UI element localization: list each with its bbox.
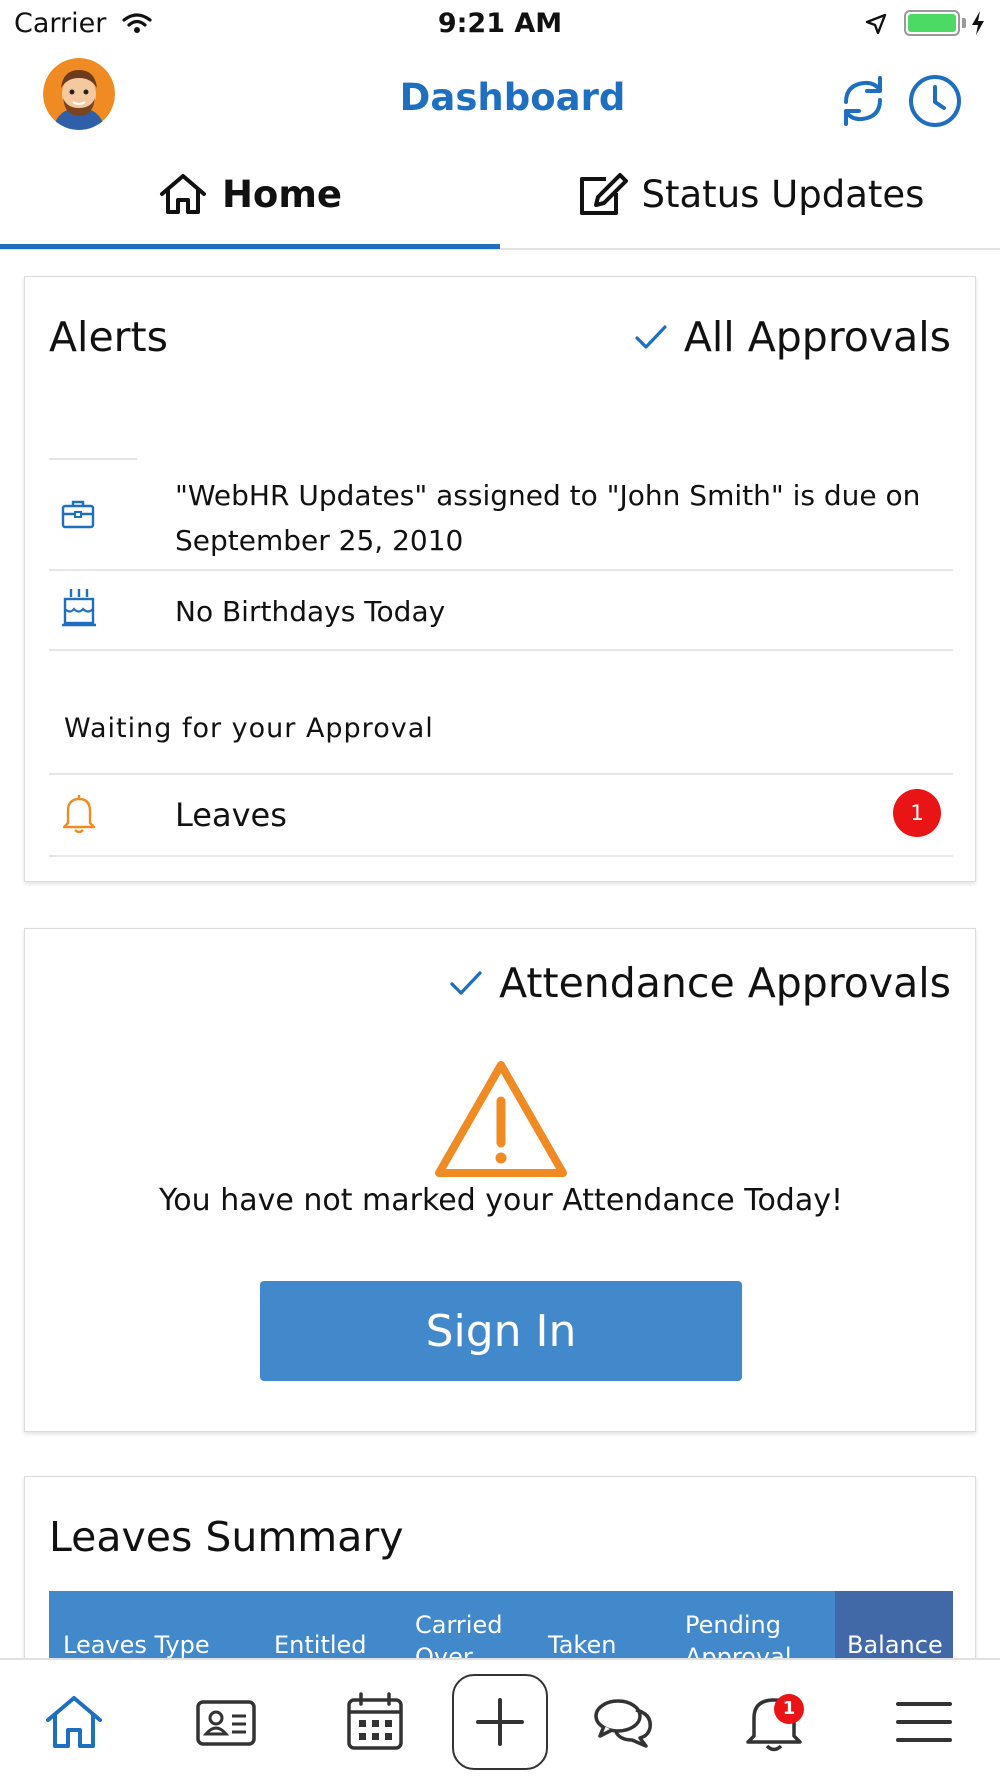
battery-icon (904, 10, 960, 36)
status-time: 9:21 AM (437, 8, 563, 39)
edit-icon (579, 173, 628, 215)
attendance-approvals-link[interactable]: Attendance Approvals (449, 959, 951, 1007)
column-header: Pending Approval (685, 1611, 792, 1661)
attendance-message: You have not marked your Attendance Toda… (158, 1183, 844, 1218)
tab-home[interactable]: Home (0, 140, 500, 248)
alert-birthdays-text: No Birthdays Today (175, 595, 446, 628)
tab-status-label: Status Updates (641, 172, 925, 216)
all-approvals-label: All Approvals (683, 313, 951, 361)
column-header: Carried Over (415, 1611, 503, 1661)
waiting-leaves-label: Leaves (175, 796, 287, 834)
add-icon (476, 1698, 524, 1746)
home-icon (159, 174, 206, 214)
checkmark-icon (635, 325, 667, 349)
tab-status-updates[interactable]: Status Updates (500, 140, 1000, 248)
sign-in-button[interactable]: Sign In (260, 1281, 742, 1381)
briefcase-icon (61, 500, 95, 529)
birthday-cake-icon (62, 589, 96, 627)
chat-icon[interactable] (592, 1690, 656, 1754)
charging-bolt-icon (972, 11, 984, 35)
warning-icon (435, 1061, 567, 1177)
alert-item-birthdays[interactable]: No Birthdays Today (49, 573, 953, 651)
waiting-item-leaves[interactable]: Leaves 1 (49, 773, 953, 857)
column-header: Taken (548, 1631, 617, 1659)
contact-card-icon[interactable] (194, 1690, 258, 1754)
tab-bar: Home Status Updates (0, 140, 1000, 250)
clock-icon[interactable] (906, 72, 964, 130)
menu-icon[interactable] (892, 1690, 956, 1754)
alerts-card: Alerts All Approvals "WebHR Updates" ass… (24, 276, 976, 882)
status-bar: Carrier 9:21 AM (0, 0, 1000, 50)
column-header: Leaves Type (63, 1631, 210, 1659)
location-arrow-icon (865, 13, 887, 35)
calendar-icon[interactable] (343, 1690, 407, 1754)
checkmark-icon (450, 971, 482, 995)
leaves-summary-title: Leaves Summary (49, 1513, 404, 1561)
all-approvals-link[interactable]: All Approvals (634, 313, 951, 361)
attendance-card: Attendance Approvals You have not marked… (24, 928, 976, 1432)
bottom-nav: 1 (0, 1658, 1000, 1778)
add-button[interactable] (452, 1674, 548, 1770)
column-header: Balance (847, 1631, 943, 1659)
notification-badge: 1 (774, 1694, 804, 1724)
tab-home-label: Home (221, 172, 343, 216)
alert-task-text: "WebHR Updates" assigned to "John Smith"… (175, 479, 921, 557)
leaves-count-badge: 1 (893, 789, 941, 837)
attendance-approvals-label: Attendance Approvals (499, 959, 951, 1007)
waiting-approval-label: Waiting for your Approval (64, 713, 434, 744)
leaves-table-header: Leaves Type Entitled Carried Over Taken … (49, 1591, 953, 1661)
alert-item-task[interactable]: "WebHR Updates" assigned to "John Smith"… (49, 467, 953, 571)
nav-home-icon[interactable] (42, 1690, 106, 1754)
alerts-title: Alerts (49, 313, 168, 361)
divider (49, 458, 137, 460)
sync-icon[interactable] (834, 72, 892, 130)
bell-icon (62, 795, 96, 833)
column-header: Entitled (274, 1631, 367, 1659)
active-tab-indicator (0, 244, 500, 249)
